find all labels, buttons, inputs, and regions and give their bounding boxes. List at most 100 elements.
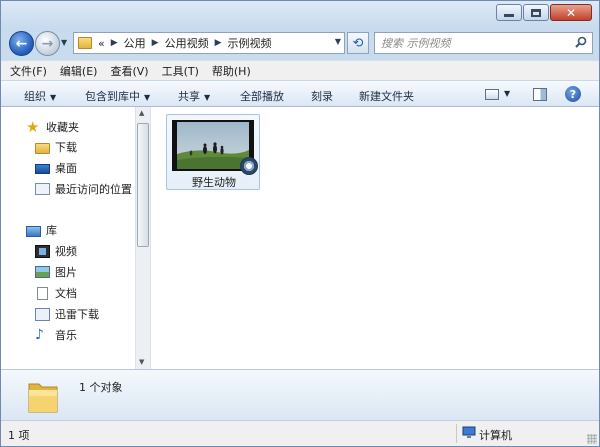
minimize-button[interactable] [496,4,522,21]
nav-item-pictures[interactable]: 图片 [35,263,77,281]
organize-button[interactable]: 组织 ▼ [24,88,56,104]
navigation-pane: ★ 收藏夹 下载 桌面 最近访问的位置 库 视频 图片 文档 迅雷下载 ♪ 音乐 [1,107,150,369]
play-all-label: 全部播放 [240,90,284,103]
search-input[interactable] [381,36,566,50]
new-folder-label: 新建文件夹 [359,90,414,103]
refresh-icon: ⟲ [352,35,364,51]
title-bar: ✕ [1,1,599,31]
back-button[interactable]: ← [9,31,34,56]
xunlei-download-icon [35,307,50,321]
wildlife-thumbnail-image [177,122,249,169]
selection-count: 1 个对象 [79,381,123,394]
nav-item-desktop[interactable]: 桌面 [35,159,77,177]
resize-grip[interactable] [587,434,597,444]
star-icon: ★ [26,118,40,136]
refresh-button[interactable]: ⟲ [347,32,369,54]
new-folder-button[interactable]: 新建文件夹 [359,88,414,104]
nav-item-label: 迅雷下载 [55,308,99,321]
close-button[interactable]: ✕ [550,4,592,21]
breadcrumb-item[interactable]: 公用 [124,35,146,51]
breadcrumb: « ▶ 公用 ▶ 公用视频 ▶ 示例视频 [98,35,272,51]
preview-pane-icon[interactable] [533,88,547,101]
forward-arrow-icon: → [41,35,54,52]
chevron-right-icon[interactable]: ▶ [152,38,159,48]
video-library-icon [35,244,50,258]
menu-file[interactable]: 文件(F) [10,63,47,79]
nav-pane-scrollbar[interactable]: ▲ ▼ [135,107,150,369]
scrollbar-thumb[interactable] [137,123,149,247]
breadcrumb-item[interactable]: 示例视频 [228,35,272,51]
file-item[interactable]: 野生动物 [166,114,260,190]
view-options-dropdown-icon[interactable]: ▼ [504,89,510,98]
status-bar: 1 项 计算机 [1,420,599,446]
navigation-bar: ← → ▼ « ▶ 公用 ▶ 公用视频 ▶ 示例视频 ▼ ⟲ [1,28,599,58]
nav-item-libraries[interactable]: 库 [26,221,57,239]
folder-icon [78,37,92,49]
nav-item-documents[interactable]: 文档 [35,284,77,302]
organize-label: 组织 [24,90,46,103]
address-bar[interactable]: « ▶ 公用 ▶ 公用视频 ▶ 示例视频 ▼ [73,32,345,54]
burn-button[interactable]: 刻录 [311,88,333,104]
command-bar: 组织 ▼ 包含到库中 ▼ 共享 ▼ 全部播放 刻录 新建文件夹 ▼ ? [1,80,599,107]
caption-buttons: ✕ [495,4,592,21]
chevron-down-icon: ▼ [204,93,211,102]
folder-icon [28,383,58,413]
nav-item-label: 音乐 [55,329,77,342]
include-in-library-button[interactable]: 包含到库中 ▼ [85,88,150,104]
video-thumbnail [172,120,258,175]
desktop-icon [35,164,50,174]
explorer-window: ✕ ← → ▼ « ▶ 公用 ▶ 公用视频 ▶ 示例视频 ▼ ⟲ 搜索 示例视频… [0,0,600,447]
nav-item-label: 文档 [55,287,77,300]
download-folder-icon [35,142,50,154]
breadcrumb-overflow[interactable]: « [98,37,105,50]
music-library-icon: ♪ [35,327,44,343]
menu-view[interactable]: 查看(V) [110,63,148,79]
nav-item-music[interactable]: ♪ 音乐 [35,326,77,344]
picture-library-icon [35,266,50,278]
address-dropdown-icon[interactable]: ▼ [335,37,341,46]
change-view-icon[interactable] [485,89,499,100]
library-icon [26,225,41,237]
search-icon[interactable] [575,36,587,48]
include-in-library-label: 包含到库中 [85,90,140,103]
nav-item-label: 库 [46,224,57,237]
menu-tools[interactable]: 工具(T) [162,63,199,79]
recent-places-icon [35,183,50,195]
nav-item-label: 视频 [55,245,77,258]
share-button[interactable]: 共享 ▼ [178,88,210,104]
close-icon: ✕ [565,5,577,20]
nav-item-label: 下载 [55,141,77,154]
item-count: 1 项 [8,429,30,442]
nav-item-label: 图片 [55,266,77,279]
nav-item-recent-places[interactable]: 最近访问的位置 [35,180,132,198]
chevron-down-icon: ▼ [50,93,57,102]
nav-item-videos[interactable]: 视频 [35,242,77,260]
nav-item-xunlei-downloads[interactable]: 迅雷下载 [35,305,99,323]
menu-bar: 文件(F) 编辑(E) 查看(V) 工具(T) 帮助(H) [1,60,599,80]
menu-edit[interactable]: 编辑(E) [60,63,98,79]
scroll-down-icon[interactable]: ▼ [139,358,144,366]
chevron-right-icon[interactable]: ▶ [111,38,118,48]
breadcrumb-item[interactable]: 公用视频 [165,35,209,51]
maximize-icon [531,8,541,17]
play-all-button[interactable]: 全部播放 [240,88,284,104]
nav-item-label: 收藏夹 [46,121,79,134]
scroll-up-icon[interactable]: ▲ [139,109,144,117]
forward-button[interactable]: → [35,31,60,56]
file-name: 野生动物 [192,176,236,189]
document-library-icon [37,286,48,300]
details-pane: 1 个对象 [1,369,599,420]
search-box [374,32,593,54]
file-list: 野生动物 [150,107,599,369]
status-divider [456,424,457,443]
nav-item-label: 桌面 [55,162,77,175]
maximize-button[interactable] [523,4,549,21]
nav-item-downloads[interactable]: 下载 [35,138,77,156]
chevron-right-icon[interactable]: ▶ [215,38,222,48]
chevron-down-icon: ▼ [144,93,151,102]
menu-help[interactable]: 帮助(H) [212,63,251,79]
nav-item-favorites[interactable]: ★ 收藏夹 [26,118,79,136]
recent-pages-dropdown[interactable]: ▼ [61,38,70,48]
burn-label: 刻录 [311,90,333,103]
help-icon[interactable]: ? [565,86,581,102]
